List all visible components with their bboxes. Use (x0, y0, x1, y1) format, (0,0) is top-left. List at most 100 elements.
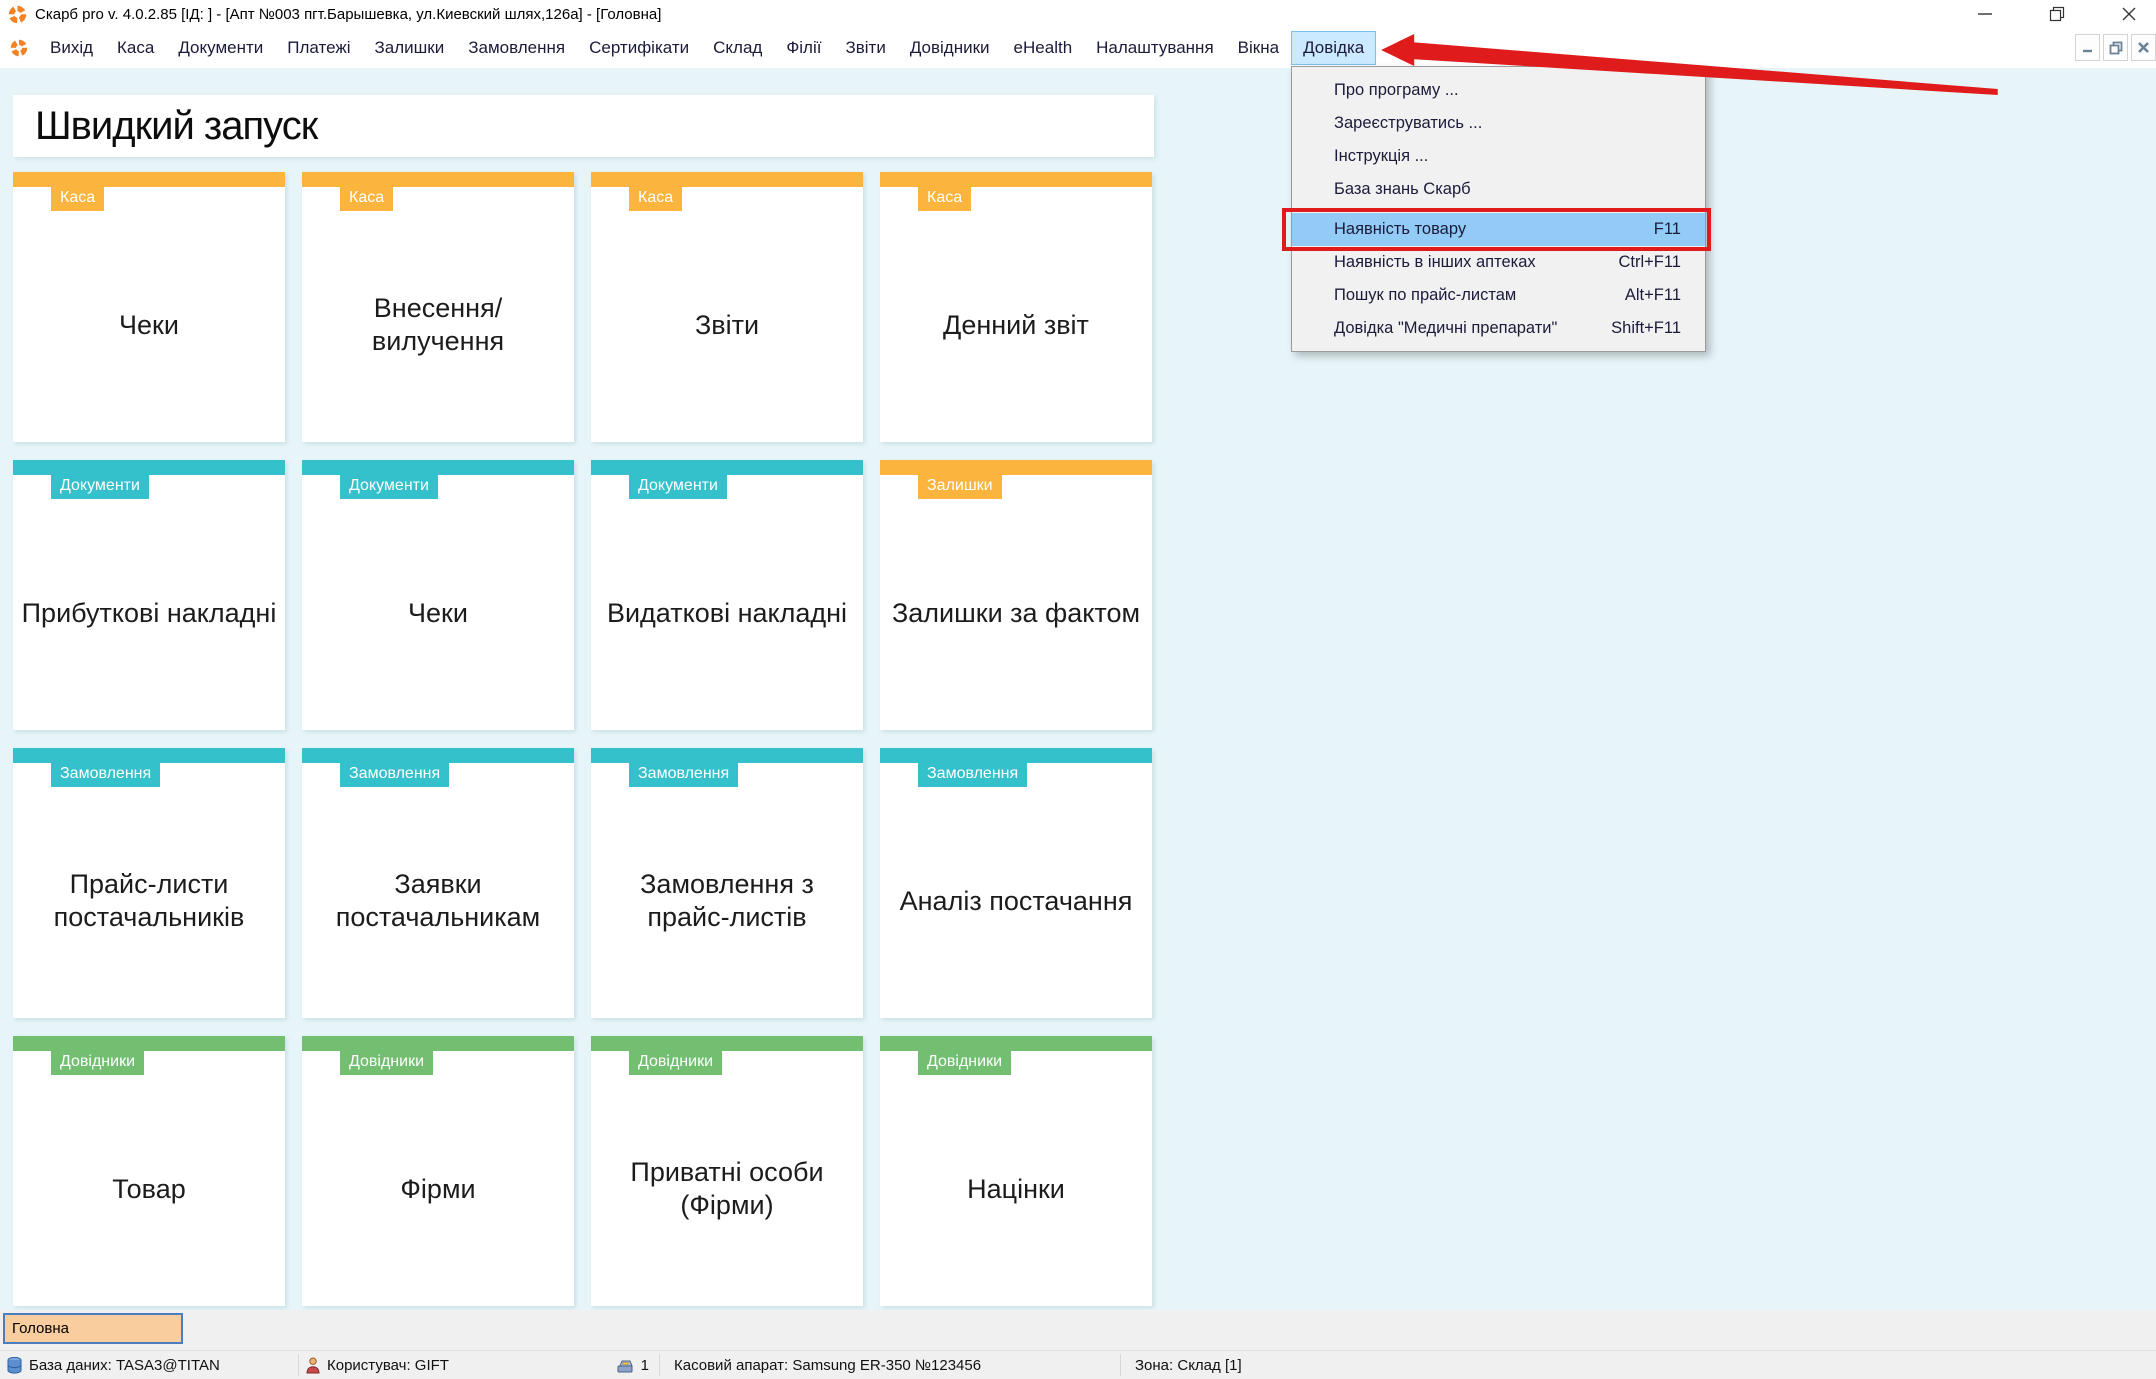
help-menu-item-knowledge-base[interactable]: База знань Скарб (1292, 173, 1705, 206)
app-logo-icon (8, 5, 27, 23)
tile-doc-prybutkovi[interactable]: Документи Прибуткові накладні (13, 460, 285, 730)
menu-item-filii[interactable]: Філії (774, 31, 833, 65)
tile-label: Звіти (694, 309, 760, 340)
menu-item-label: Наявність в інших аптеках (1334, 253, 1536, 271)
tile-category-bar (13, 172, 285, 187)
tile-category-bar (591, 1036, 863, 1051)
tile-category-bar (302, 172, 574, 187)
tile-kasa-dennyi-zvit[interactable]: Каса Денний звіт (880, 172, 1152, 442)
help-menu: Про програму ... Зареєструватись ... Інстр… (1291, 66, 1706, 352)
cash-register-icon (617, 1360, 633, 1372)
help-menu-item-register[interactable]: Зареєструватись ... (1292, 107, 1705, 140)
tile-label: Внесення/вилучення (371, 293, 505, 356)
tab-holovna[interactable]: Головна (3, 1313, 183, 1344)
user-icon (306, 1356, 320, 1373)
tile-label: Чеки (408, 597, 468, 628)
tile-zam-analiz[interactable]: Замовлення Аналіз постачання (880, 748, 1152, 1018)
menu-item-dokumenty[interactable]: Документи (166, 31, 275, 65)
tile-label: Видаткові накладні (606, 597, 848, 628)
tile-label: Націнки (967, 1173, 1065, 1204)
menu-item-sklad[interactable]: Склад (701, 31, 774, 65)
tile-category-tag: Каса (629, 187, 683, 211)
help-menu-item-instruction[interactable]: Інструкція ... (1292, 140, 1705, 173)
status-cash-register: Касовий апарат: Samsung ER-350 №123456 (674, 1356, 982, 1374)
help-menu-item-price-list-search[interactable]: Пошук по прайс-листам Alt+F11 (1292, 279, 1705, 312)
tile-dov-natsinky[interactable]: Довідники Націнки (880, 1036, 1152, 1306)
menu-item-label: Пошук по прайс-листам (1334, 286, 1517, 304)
tile-kasa-vnesennya[interactable]: Каса Внесення/вилучення (302, 172, 574, 442)
menu-item-nalashtuvannya[interactable]: Налаштування (1084, 31, 1226, 65)
tile-label: Товар (112, 1173, 186, 1204)
tile-doc-vydatkovi[interactable]: Документи Видаткові накладні (591, 460, 863, 730)
menu-item-ehealth[interactable]: eHealth (1002, 31, 1085, 65)
menu-item-dovidka[interactable]: Довідка (1291, 31, 1377, 65)
mdi-close-button[interactable] (2131, 34, 2156, 61)
tile-category-bar (13, 748, 285, 763)
help-menu-item-product-availability[interactable]: Наявність товару F11 (1292, 213, 1705, 246)
menu-item-label: Про програму ... (1334, 81, 1459, 99)
close-button[interactable] (2116, 3, 2142, 25)
app-logo-icon-small (10, 39, 28, 57)
help-menu-bottom: Наявність товару F11 Наявність в інших апт… (1292, 213, 1705, 345)
help-menu-top: Про програму ... Зареєструватись ... Інстр… (1292, 74, 1705, 206)
main-area: Швидкий запуск Каса Чеки Каса Внесення/вилу… (0, 68, 2156, 1310)
tile-kasa-zvity[interactable]: Каса Звіти (591, 172, 863, 442)
tile-label: Денний звіт (943, 309, 1089, 340)
quick-launch-panel: Швидкий запуск (13, 95, 1154, 157)
mdi-window-controls (2075, 34, 2156, 61)
tile-category-tag: Документи (629, 475, 727, 499)
tile-category-tag: Замовлення (629, 763, 739, 787)
menu-item-vykhid[interactable]: Вихід (38, 31, 105, 65)
menu-item-vikna[interactable]: Вікна (1226, 31, 1291, 65)
tile-doc-cheky[interactable]: Документи Чеки (302, 460, 574, 730)
tile-label: Фірми (400, 1173, 476, 1204)
minimize-button[interactable] (1972, 3, 1998, 25)
tile-label: Прибуткові накладні (21, 597, 277, 628)
tile-zalyshky-za-faktom[interactable]: Залишки Залишки за фактом (880, 460, 1152, 730)
tile-category-bar (302, 748, 574, 763)
menu-item-zamovlennya[interactable]: Замовлення (456, 31, 577, 65)
tile-category-tag: Каса (51, 187, 105, 211)
menu-items: Вихід Каса Документи Платежі Залишки Замовлен… (38, 31, 1377, 65)
menu-item-shortcut: Alt+F11 (1624, 286, 1681, 304)
tile-zam-zaiavky[interactable]: Замовлення Заявки постачальникам (302, 748, 574, 1018)
tile-category-bar (880, 460, 1152, 475)
tile-category-tag: Довідники (918, 1051, 1012, 1075)
tile-zam-prais-lysty[interactable]: Замовлення Прайс-листи постачальників (13, 748, 285, 1018)
tile-category-tag: Довідники (340, 1051, 434, 1075)
restore-button[interactable] (2044, 3, 2070, 25)
mdi-restore-button[interactable] (2103, 34, 2128, 61)
menu-item-sertyfikaty[interactable]: Сертифікати (577, 31, 701, 65)
tile-dov-tovar[interactable]: Довідники Товар (13, 1036, 285, 1306)
tile-category-bar (13, 460, 285, 475)
tile-category-bar (880, 748, 1152, 763)
menu-item-zalyshky[interactable]: Залишки (363, 31, 457, 65)
menu-item-label: Зареєструватись ... (1334, 114, 1483, 132)
menu-item-kasa[interactable]: Каса (105, 31, 166, 65)
menu-separator (1293, 209, 1704, 210)
tile-category-bar (591, 460, 863, 475)
tile-category-bar (880, 1036, 1152, 1051)
help-menu-item-availability-other-pharmacies[interactable]: Наявність в інших аптеках Ctrl+F11 (1292, 246, 1705, 279)
tile-dov-firmy[interactable]: Довідники Фірми (302, 1036, 574, 1306)
mdi-minimize-button[interactable] (2075, 34, 2100, 61)
menu-bar: Вихід Каса Документи Платежі Залишки Замовлен… (0, 28, 2156, 68)
tile-label: Замовлення з прайс-листів (640, 869, 814, 932)
tile-dov-pryvatni[interactable]: Довідники Приватні особи (Фірми) (591, 1036, 863, 1306)
status-bar: База даних: TASA3@TITAN Користувач: GIFT… (0, 1350, 2156, 1379)
menu-item-dovidnyky[interactable]: Довідники (898, 31, 1002, 65)
window-title: Скарб pro v. 4.0.2.85 [ІД: ] - [Апт №003… (35, 5, 662, 23)
menu-item-zvity[interactable]: Звіти (833, 31, 897, 65)
menu-item-platezhi[interactable]: Платежі (275, 31, 362, 65)
tile-category-tag: Довідники (51, 1051, 145, 1075)
tile-zam-z-prais-lystiv[interactable]: Замовлення Замовлення з прайс-листів (591, 748, 863, 1018)
menu-item-shortcut: F11 (1653, 220, 1681, 238)
tile-category-tag: Документи (340, 475, 438, 499)
window-controls (1972, 0, 2142, 28)
menu-item-shortcut: Shift+F11 (1611, 319, 1681, 337)
tile-category-tag: Каса (918, 187, 972, 211)
help-menu-item-about[interactable]: Про програму ... (1292, 74, 1705, 107)
tile-kasa-cheky[interactable]: Каса Чеки (13, 172, 285, 442)
help-menu-item-medical-drugs-help[interactable]: Довідка "Медичні препарати" Shift+F11 (1292, 312, 1705, 345)
menu-item-label: База знань Скарб (1334, 180, 1471, 198)
